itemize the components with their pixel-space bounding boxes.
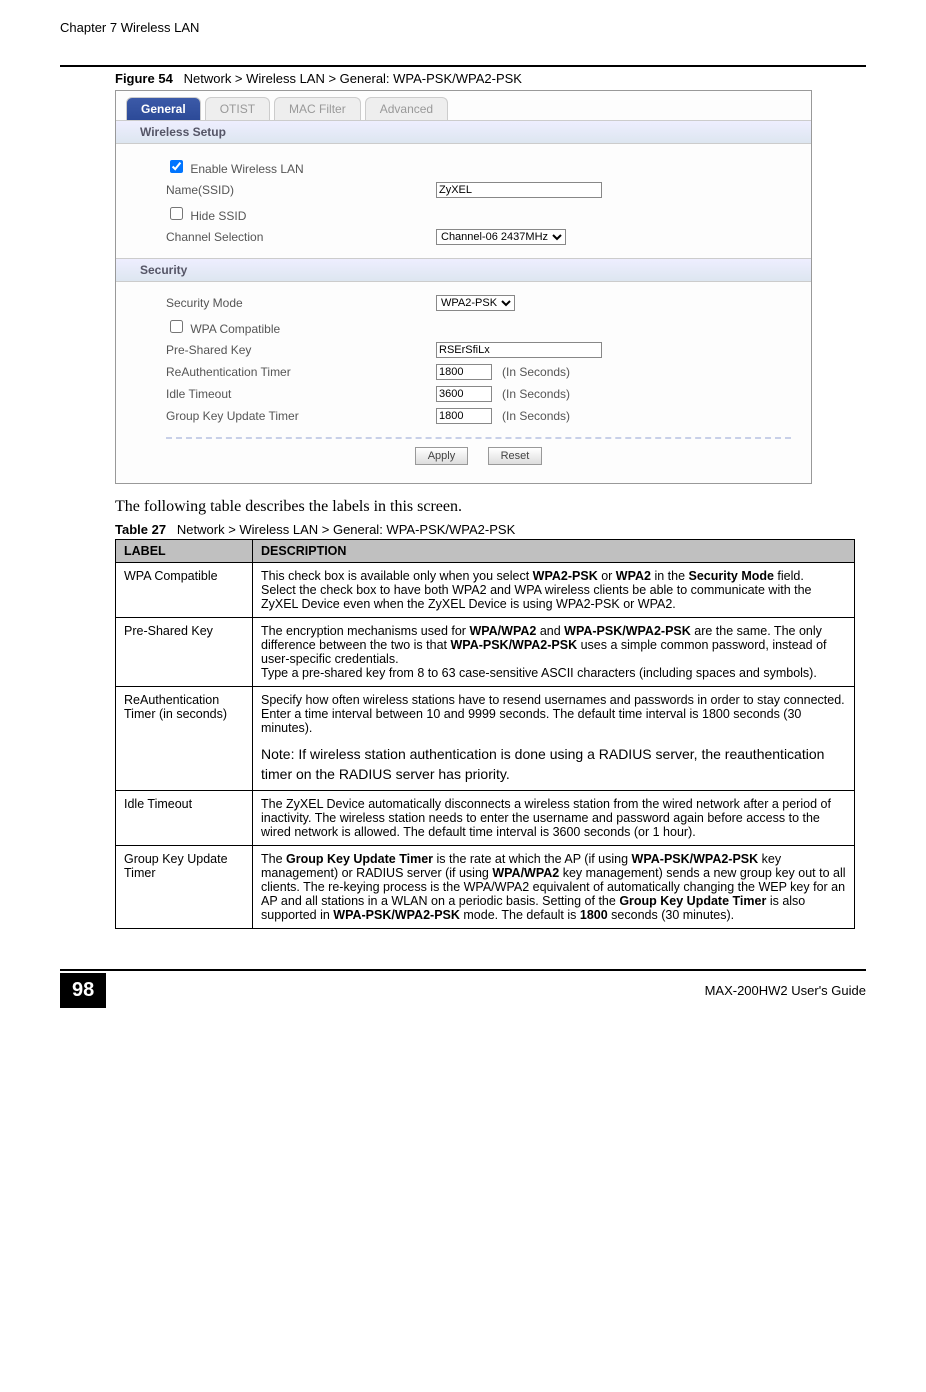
tab-general[interactable]: General <box>126 97 201 120</box>
idle-timeout-label: Idle Timeout <box>166 387 436 401</box>
table-caption: Table 27 Network > Wireless LAN > Genera… <box>115 522 866 537</box>
cell-desc: The ZyXEL Device automatically disconnec… <box>253 791 855 846</box>
cell-desc: Specify how often wireless stations have… <box>253 687 855 791</box>
gku-seconds-hint: (In Seconds) <box>502 409 570 423</box>
figure-caption: Figure 54 Network > Wireless LAN > Gener… <box>60 71 866 86</box>
header-rule <box>60 65 866 67</box>
enable-wireless-checkbox[interactable] <box>170 160 183 173</box>
tab-advanced[interactable]: Advanced <box>365 97 448 120</box>
reauth-note: Note: If wireless station authentication… <box>261 745 846 784</box>
cell-label: ReAuthentication Timer (in seconds) <box>116 687 253 791</box>
cell-desc: This check box is available only when yo… <box>253 563 855 618</box>
tab-bar: General OTIST MAC Filter Advanced <box>116 91 811 120</box>
group-key-timer-label: Group Key Update Timer <box>166 409 436 423</box>
tab-mac-filter[interactable]: MAC Filter <box>274 97 361 120</box>
cell-label: WPA Compatible <box>116 563 253 618</box>
table-row: WPA Compatible This check box is availab… <box>116 563 855 618</box>
table-row: Group Key Update Timer The Group Key Upd… <box>116 846 855 929</box>
channel-selection-label: Channel Selection <box>166 230 436 244</box>
table-row: Idle Timeout The ZyXEL Device automatica… <box>116 791 855 846</box>
figure-label: Figure 54 <box>115 71 173 86</box>
chapter-header: Chapter 7 Wireless LAN <box>60 20 866 35</box>
security-mode-dropdown[interactable]: WPA2-PSK <box>436 295 515 311</box>
page-number: 98 <box>60 973 106 1008</box>
reauth-timer-input[interactable] <box>436 364 492 380</box>
wpa-compatible-checkbox[interactable] <box>170 320 183 333</box>
cell-desc: The Group Key Update Timer is the rate a… <box>253 846 855 929</box>
cell-desc: The encryption mechanisms used for WPA/W… <box>253 618 855 687</box>
cell-label: Pre-Shared Key <box>116 618 253 687</box>
ssid-label: Name(SSID) <box>166 183 436 197</box>
wireless-setup-area: Enable Wireless LAN Name(SSID) Hide SSID… <box>116 144 811 258</box>
button-row: Apply Reset <box>166 437 791 473</box>
table-caption-label: Table 27 <box>115 522 166 537</box>
cell-label: Group Key Update Timer <box>116 846 253 929</box>
reset-button[interactable]: Reset <box>488 447 543 465</box>
enable-wireless-label: Enable Wireless LAN <box>190 162 303 176</box>
section-wireless-setup: Wireless Setup <box>116 120 811 144</box>
description-table: LABEL DESCRIPTION WPA Compatible This ch… <box>115 539 855 929</box>
config-screenshot: General OTIST MAC Filter Advanced Wirele… <box>115 90 812 484</box>
security-area: Security Mode WPA2-PSK WPA Compatible Pr… <box>116 282 811 483</box>
section-security: Security <box>116 258 811 282</box>
table-row: Pre-Shared Key The encryption mechanisms… <box>116 618 855 687</box>
table-header-row: LABEL DESCRIPTION <box>116 540 855 563</box>
cell-label: Idle Timeout <box>116 791 253 846</box>
psk-label: Pre-Shared Key <box>166 343 436 357</box>
apply-button[interactable]: Apply <box>415 447 469 465</box>
reauth-timer-label: ReAuthentication Timer <box>166 365 436 379</box>
psk-input[interactable] <box>436 342 602 358</box>
idle-timeout-input[interactable] <box>436 386 492 402</box>
page-footer: 98 MAX-200HW2 User's Guide <box>60 969 866 1008</box>
ssid-input[interactable] <box>436 182 602 198</box>
group-key-timer-input[interactable] <box>436 408 492 424</box>
th-label: LABEL <box>116 540 253 563</box>
channel-selection-dropdown[interactable]: Channel-06 2437MHz <box>436 229 566 245</box>
idle-seconds-hint: (In Seconds) <box>502 387 570 401</box>
tab-otist[interactable]: OTIST <box>205 97 270 120</box>
table-caption-text: Network > Wireless LAN > General: WPA-PS… <box>177 522 515 537</box>
th-description: DESCRIPTION <box>253 540 855 563</box>
security-mode-label: Security Mode <box>166 296 436 310</box>
reauth-seconds-hint: (In Seconds) <box>502 365 570 379</box>
hide-ssid-label: Hide SSID <box>190 209 246 223</box>
hide-ssid-checkbox[interactable] <box>170 207 183 220</box>
table-row: ReAuthentication Timer (in seconds) Spec… <box>116 687 855 791</box>
figure-caption-text: Network > Wireless LAN > General: WPA-PS… <box>184 71 522 86</box>
footer-guide-title: MAX-200HW2 User's Guide <box>705 983 866 998</box>
wpa-compatible-label: WPA Compatible <box>190 322 280 336</box>
intro-paragraph: The following table describes the labels… <box>115 498 866 516</box>
